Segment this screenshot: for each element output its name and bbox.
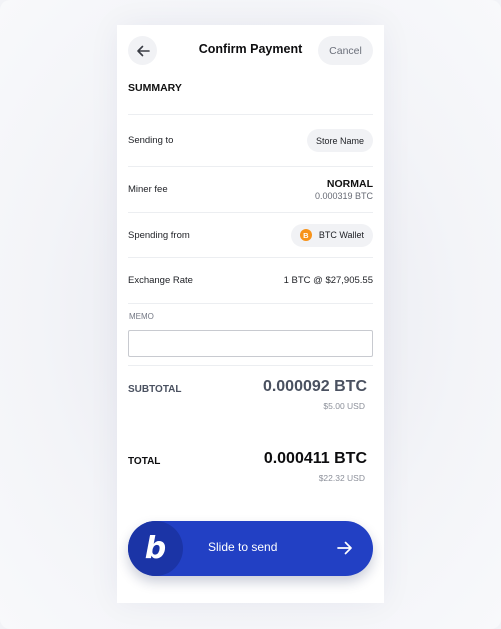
subtotal-fiat: $5.00 USD: [323, 401, 365, 411]
exchange-rate-label: Exchange Rate: [128, 275, 193, 286]
confirm-payment-card: Confirm Payment Cancel SUMMARY Sending t…: [117, 25, 384, 603]
miner-fee-row: Miner fee NORMAL 0.000319 BTC: [128, 166, 373, 212]
total-fiat: $22.32 USD: [318, 473, 365, 483]
total-block: TOTAL 0.000411 BTC $22.32 USD: [128, 450, 367, 490]
exchange-rate-row: Exchange Rate 1 BTC @ $27,905.55: [128, 257, 373, 303]
spending-from-row: Spending from B BTC Wallet: [128, 212, 373, 257]
miner-fee-label: Miner fee: [128, 184, 168, 195]
summary-heading: SUMMARY: [128, 82, 182, 94]
subtotal-label: SUBTOTAL: [128, 384, 182, 395]
divider: [128, 365, 373, 366]
arrow-right-icon: [337, 541, 352, 555]
total-amount: 0.000411 BTC: [263, 450, 367, 467]
spending-from-label: Spending from: [128, 229, 190, 241]
sending-to-label: Sending to: [128, 135, 174, 146]
miner-fee-value[interactable]: NORMAL 0.000319 BTC: [315, 178, 373, 201]
divider: [128, 303, 373, 304]
wallet-name: BTC Wallet: [318, 230, 364, 240]
recipient-name: Store Name: [315, 135, 364, 146]
exchange-rate-value: 1 BTC @ $27,905.55: [283, 275, 373, 286]
wallet-pill[interactable]: B BTC Wallet: [290, 223, 373, 247]
slide-to-send-slider[interactable]: b Slide to send: [128, 521, 373, 576]
bitcoin-icon: B: [299, 229, 312, 241]
slider-knob[interactable]: b: [128, 521, 183, 576]
brand-logo-icon: b: [144, 531, 167, 566]
subtotal-block: SUBTOTAL 0.000092 BTC $5.00 USD: [128, 378, 367, 418]
total-label: TOTAL: [128, 456, 161, 467]
miner-fee-amount: 0.000319 BTC: [314, 191, 373, 201]
sending-to-row: Sending to Store Name: [128, 114, 373, 166]
subtotal-amount: 0.000092 BTC: [262, 378, 367, 395]
miner-fee-level: NORMAL: [326, 178, 373, 190]
memo-label: MEMO: [129, 312, 154, 321]
recipient-pill[interactable]: Store Name: [306, 129, 373, 152]
memo-input[interactable]: [128, 330, 373, 357]
cancel-button[interactable]: Cancel: [318, 36, 373, 65]
slider-label: Slide to send: [208, 540, 278, 554]
header: Confirm Payment Cancel: [128, 36, 373, 65]
